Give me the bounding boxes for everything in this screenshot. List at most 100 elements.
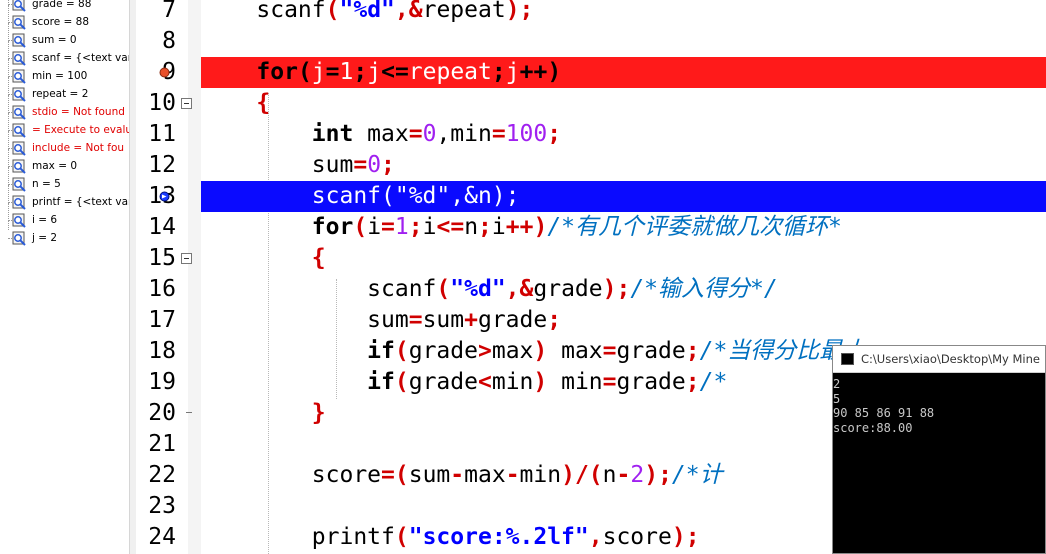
fold-end-marker [186, 412, 192, 413]
code-text: sum=sum+grade; [367, 307, 562, 333]
watch-item-text: = Execute to evalu [32, 124, 129, 136]
code-line-17[interactable]: 17 sum=sum+grade; [136, 305, 1046, 336]
watch-item-text: sum = 0 [32, 34, 77, 46]
line-number: 21 [148, 431, 176, 457]
code-line-9[interactable]: 9 for(j=1;j<=repeat;j++) [136, 57, 1046, 88]
line-number: 9 [136, 57, 176, 88]
watch-variable-icon [12, 141, 26, 156]
watch-item-empty[interactable]: = Execute to evalu [0, 113, 129, 140]
watch-variable-icon [12, 105, 26, 120]
code-text: { [311, 245, 326, 271]
fold-collapse-icon[interactable] [181, 98, 192, 109]
panel-splitter[interactable] [129, 0, 136, 554]
line-number: 19 [148, 369, 176, 395]
console-title: C:\Users\xiao\Desktop\My Mine [861, 352, 1040, 366]
console-output-line: 2 [833, 377, 841, 391]
watch-item-text: include = Not fou [32, 142, 125, 154]
line-number: 12 [148, 152, 176, 178]
watch-item-text: printf = {<text vari [32, 196, 129, 208]
code-line-13[interactable]: 13 scanf("%d",&n); [136, 181, 1046, 212]
watch-item-scanf[interactable]: scanf = {<text vari [0, 41, 129, 68]
watch-variable-icon [12, 69, 26, 84]
watch-item-text: j = 2 [32, 232, 58, 244]
watch-variable-icon [12, 15, 26, 30]
line-number: 20 [148, 400, 176, 426]
watch-item-sum[interactable]: sum = 0 [0, 23, 129, 50]
watch-variable-icon [12, 231, 26, 246]
code-line-15[interactable]: 15 { [136, 243, 1046, 274]
code-text: scanf("%d",&n); [311, 183, 520, 209]
console-output: 2 5 90 85 86 91 88 score:88.00 [833, 377, 934, 435]
breakpoint-marker-icon[interactable] [159, 67, 170, 78]
code-text: int max=0,min=100; [311, 121, 562, 147]
watch-item-max[interactable]: max = 0 [0, 149, 129, 176]
line-number: 13 [136, 181, 176, 212]
code-line-12[interactable]: 12 sum=0; [136, 150, 1046, 181]
watch-item-text: score = 88 [32, 16, 90, 28]
line-number: 11 [148, 121, 176, 147]
watch-item-text: scanf = {<text vari [32, 52, 129, 64]
watch-item-stdio[interactable]: stdio = Not found [0, 95, 129, 122]
execution-pointer-icon [159, 191, 170, 202]
watch-item-n[interactable]: n = 5 [0, 167, 129, 194]
code-text: scanf("%d",&grade);/*输入得分*/ [367, 276, 778, 302]
watch-item-j[interactable]: j = 2 [0, 221, 129, 248]
line-number: 10 [148, 90, 176, 116]
watch-variable-icon [12, 51, 26, 66]
watch-item-text: min = 100 [32, 70, 88, 82]
debug-watch-panel: grade = 88 score = 88 sum = 0 scanf = {<… [0, 0, 129, 554]
console-titlebar[interactable]: C:\Users\xiao\Desktop\My Mine [833, 346, 1045, 373]
line-number: 14 [148, 214, 176, 240]
watch-item-text: stdio = Not found [32, 106, 125, 118]
code-line-10[interactable]: 10 { [136, 88, 1046, 119]
line-number: 16 [148, 276, 176, 302]
code-text: score=(sum-max-min)/(n-2);/*计 [311, 462, 723, 488]
watch-item-include[interactable]: include = Not fou [0, 131, 129, 158]
code-text: } [311, 400, 326, 426]
watch-item-printf[interactable]: printf = {<text vari [0, 185, 129, 212]
watch-item-repeat[interactable]: repeat = 2 [0, 77, 129, 104]
watch-item-text: repeat = 2 [32, 88, 89, 100]
watch-variable-icon [12, 123, 26, 138]
watch-variable-icon [12, 159, 26, 174]
code-text: if(grade>max) max=grade;/*当得分比最大 [367, 338, 866, 364]
code-line-16[interactable]: 16 scanf("%d",&grade);/*输入得分*/ [136, 274, 1046, 305]
code-text: if(grade<min) min=grade;/* [367, 369, 728, 395]
watch-item-text: i = 6 [32, 214, 58, 226]
code-text: sum=0; [311, 152, 395, 178]
code-text: printf("score:%.2lf",score); [311, 524, 700, 550]
line-number: 23 [148, 493, 176, 519]
watch-variable-icon [12, 33, 26, 48]
console-window[interactable]: C:\Users\xiao\Desktop\My Mine 2 5 90 85 86… [832, 345, 1046, 554]
watch-variable-icon [12, 177, 26, 192]
line-number: 8 [162, 28, 176, 54]
console-output-line: 90 85 86 91 88 [833, 406, 935, 420]
watch-item-min[interactable]: min = 100 [0, 59, 129, 86]
watch-item-text: n = 5 [32, 178, 61, 190]
line-number: 22 [148, 462, 176, 488]
line-number: 15 [148, 245, 176, 271]
watch-variable-icon [12, 213, 26, 228]
code-line-14[interactable]: 14 for(i=1;i<=n;i++)/*有几个评委就做几次循环* [136, 212, 1046, 243]
code-text: scanf("%d",&repeat); [256, 0, 534, 23]
line-number: 7 [162, 0, 176, 23]
code-text: { [256, 90, 271, 116]
watch-item-text: grade = 88 [32, 0, 92, 10]
code-text: for(i=1;i<=n;i++)/*有几个评委就做几次循环* [311, 214, 842, 240]
code-line-8[interactable]: 8 [136, 26, 1046, 57]
watch-item-text: max = 0 [32, 160, 78, 172]
watch-variable-icon [12, 0, 26, 12]
watch-variable-icon [12, 87, 26, 102]
line-number: 18 [148, 338, 176, 364]
line-number: 17 [148, 307, 176, 333]
watch-item-grade[interactable]: grade = 88 [0, 0, 129, 14]
code-line-7[interactable]: 7 scanf("%d",&repeat); [136, 0, 1046, 26]
console-output-line: score:88.00 [833, 420, 913, 435]
watch-item-i[interactable]: i = 6 [0, 203, 129, 230]
line-number: 24 [148, 524, 176, 550]
fold-collapse-icon[interactable] [181, 253, 192, 264]
watch-item-score[interactable]: score = 88 [0, 5, 129, 32]
code-line-11[interactable]: 11 int max=0,min=100; [136, 119, 1046, 150]
code-text: for(j=1;j<=repeat;j++) [256, 59, 562, 85]
console-output-line: 5 [833, 391, 841, 406]
